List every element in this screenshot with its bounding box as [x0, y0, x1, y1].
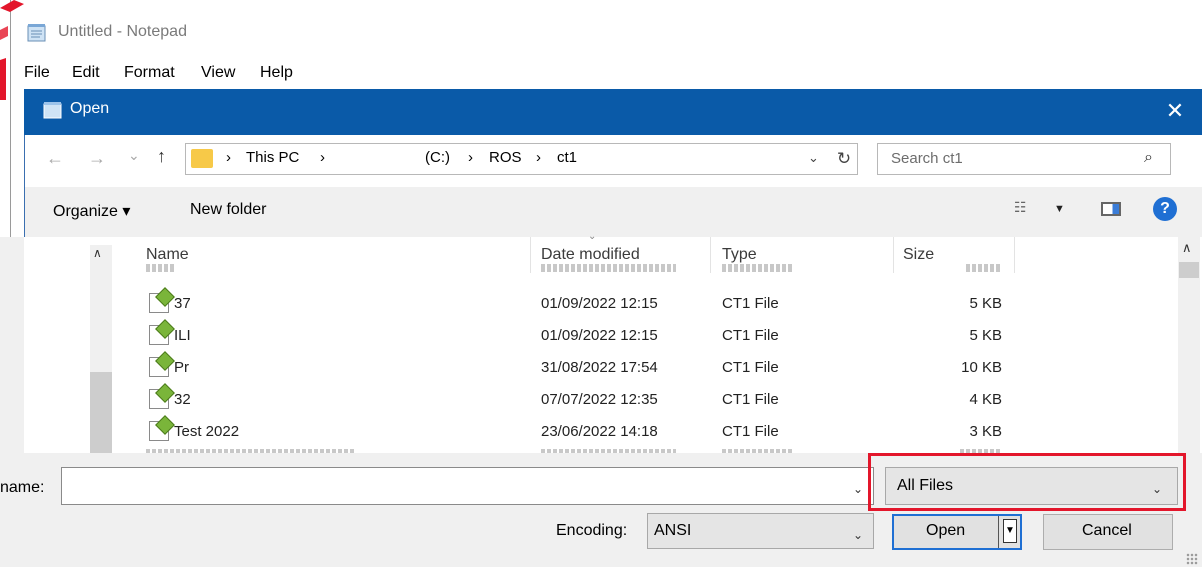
file-size: 3 KB [969, 423, 1002, 440]
notepad-icon [43, 102, 63, 119]
ct1-file-icon [149, 421, 169, 441]
notepad-title: Untitled - Notepad [58, 23, 187, 40]
close-icon[interactable]: ✕ [1160, 96, 1190, 126]
folder-icon [191, 149, 213, 168]
filename-input[interactable] [61, 467, 874, 505]
column-separator[interactable] [530, 237, 531, 273]
column-separator[interactable] [893, 237, 894, 273]
chevron-down-icon[interactable]: ▼ [1054, 203, 1065, 215]
filename-label: name: [0, 479, 45, 496]
column-separator[interactable] [710, 237, 711, 273]
file-date: 07/07/2022 12:35 [541, 391, 658, 408]
file-type: CT1 File [722, 359, 779, 376]
partial-row [146, 264, 176, 272]
file-date: 01/09/2022 12:15 [541, 295, 658, 312]
split-divider [998, 516, 999, 548]
table-row[interactable]: Pr 31/08/2022 17:54 CT1 File 10 KB [0, 351, 1180, 383]
dialog-title: Open [70, 100, 110, 117]
file-name: 32 [174, 391, 191, 408]
column-separator[interactable] [1014, 237, 1015, 273]
refresh-icon[interactable]: ↻ [832, 145, 856, 173]
breadcrumb-ros[interactable]: ROS [489, 149, 522, 166]
menu-edit[interactable]: Edit [72, 64, 100, 82]
file-name: 37 [174, 295, 191, 312]
file-name: Test 2022 [174, 423, 240, 440]
resize-grip-icon[interactable] [1186, 553, 1198, 565]
open-button-label: Open [926, 522, 966, 539]
column-header-name[interactable]: Name [146, 246, 189, 264]
encoding-label: Encoding: [556, 522, 628, 539]
file-type: CT1 File [722, 391, 779, 408]
open-dropdown-icon[interactable]: ▼ [1003, 519, 1017, 543]
column-header-type[interactable]: Type [722, 246, 757, 264]
breadcrumb-ct1[interactable]: ct1 [557, 149, 577, 166]
partial-row [722, 264, 792, 272]
chevron-down-icon[interactable]: ⌄ [808, 150, 819, 166]
notepad-menubar: File Edit Format View Help [0, 60, 1202, 86]
table-row[interactable]: Test 2022 23/06/2022 14:18 CT1 File 3 KB [0, 415, 1180, 447]
column-header-date[interactable]: Date modified [541, 246, 640, 264]
view-options-icon[interactable]: ☷ [1014, 199, 1036, 217]
sort-indicator-icon: ⌄ [588, 231, 597, 242]
file-date: 31/08/2022 17:54 [541, 359, 658, 376]
new-folder-button[interactable]: New folder [190, 201, 266, 219]
chevron-down-icon[interactable]: ⌄ [853, 528, 863, 542]
forward-icon[interactable]: → [88, 148, 106, 169]
file-size: 10 KB [961, 359, 1002, 376]
file-name: ILI [174, 327, 191, 344]
search-placeholder: Search ct1 [891, 150, 963, 167]
table-row[interactable]: 32 07/07/2022 12:35 CT1 File 4 KB [0, 383, 1180, 415]
table-row[interactable]: ILI 01/09/2022 12:15 CT1 File 5 KB [0, 319, 1180, 351]
help-icon[interactable]: ? [1153, 197, 1177, 221]
up-icon[interactable]: ↑ [157, 146, 166, 167]
crumb-separator: › [468, 149, 473, 166]
breadcrumb-drive[interactable]: (C:) [425, 149, 450, 166]
file-date: 01/09/2022 12:15 [541, 327, 658, 344]
menu-help[interactable]: Help [260, 64, 293, 82]
partial-row [541, 264, 676, 272]
ct1-file-icon [149, 325, 169, 345]
file-size: 5 KB [969, 327, 1002, 344]
menu-format[interactable]: Format [124, 64, 175, 82]
file-name: Pr [174, 359, 189, 376]
organize-button[interactable]: Organize ▾ [53, 201, 130, 221]
encoding-value: ANSI [654, 522, 692, 539]
ct1-file-icon [149, 357, 169, 377]
file-type: CT1 File [722, 423, 779, 440]
dialog-titlebar [24, 89, 1202, 135]
breadcrumb-this-pc[interactable]: This PC [246, 149, 299, 166]
partial-row [966, 264, 1002, 272]
ct1-file-icon [149, 389, 169, 409]
annotation-highlight [868, 453, 1186, 511]
scroll-up-icon[interactable]: ∧ [1182, 240, 1192, 256]
menu-file[interactable]: File [24, 64, 50, 82]
notepad-icon [27, 24, 47, 42]
preview-pane-icon[interactable] [1101, 202, 1121, 216]
search-icon[interactable]: ⌕ [1144, 149, 1153, 167]
scroll-up-icon[interactable]: ∧ [93, 246, 102, 260]
back-icon[interactable]: ← [46, 148, 64, 169]
crumb-separator: › [536, 149, 541, 166]
recent-locations-icon[interactable]: ⌄ [128, 147, 140, 164]
file-size: 4 KB [969, 391, 1002, 408]
ct1-file-icon [149, 293, 169, 313]
file-type: CT1 File [722, 295, 779, 312]
scroll-thumb[interactable] [1179, 262, 1199, 278]
chevron-down-icon[interactable]: ⌄ [853, 482, 863, 496]
crumb-separator: › [320, 149, 325, 166]
column-header-size[interactable]: Size [903, 246, 934, 264]
menu-view[interactable]: View [201, 64, 235, 82]
table-row[interactable]: 37 01/09/2022 12:15 CT1 File 5 KB [0, 287, 1180, 319]
cancel-button-label: Cancel [1082, 522, 1132, 539]
file-size: 5 KB [969, 295, 1002, 312]
crumb-separator: › [226, 149, 231, 166]
file-type: CT1 File [722, 327, 779, 344]
file-date: 23/06/2022 14:18 [541, 423, 658, 440]
